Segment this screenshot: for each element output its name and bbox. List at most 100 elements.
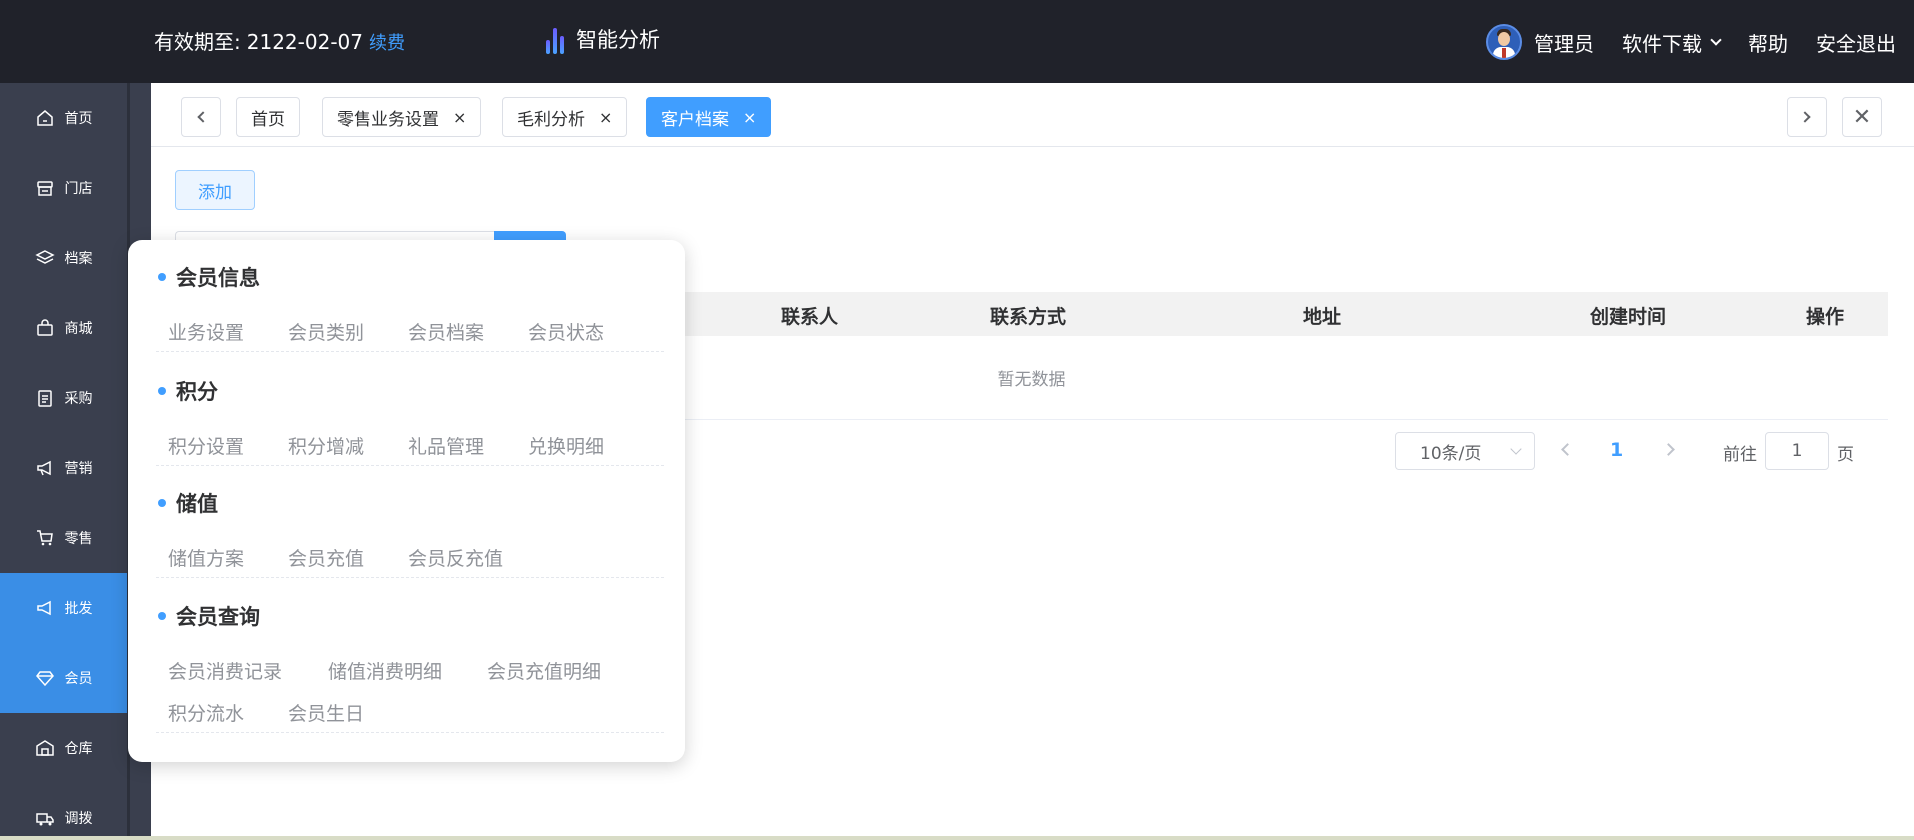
store-icon <box>36 181 53 196</box>
flyout-item[interactable]: 会员反充值 <box>408 544 503 571</box>
flyout-section-title: 积分 <box>158 376 218 406</box>
flyout-item[interactable]: 会员档案 <box>408 318 484 345</box>
megaphone-icon <box>36 460 51 476</box>
column-header: 联系方式 <box>990 306 1067 328</box>
sidebar-item-label: 调拨 <box>64 811 93 827</box>
tabs-scroll-right-button[interactable] <box>1787 97 1827 137</box>
sidebar-item-member[interactable]: 会员 <box>0 643 127 713</box>
column-header: 联系人 <box>781 306 839 328</box>
flyout-item[interactable]: 会员充值 <box>288 544 364 571</box>
chevron-left-icon <box>197 111 209 123</box>
sidebar-item-label: 仓库 <box>64 741 93 757</box>
diamond-icon <box>35 671 54 687</box>
add-button[interactable]: 添加 <box>175 170 255 210</box>
clipboard-icon <box>37 390 52 407</box>
goto-label: 前往 <box>1723 445 1757 465</box>
tab-retail-settings[interactable]: 零售业务设置 × <box>322 97 482 137</box>
sidebar-item-warehouse[interactable]: 仓库 <box>0 713 127 783</box>
tab-gross-profit[interactable]: 毛利分析 × <box>502 97 628 137</box>
next-page-icon[interactable] <box>1662 443 1675 456</box>
sidebar-item-label: 营销 <box>64 461 93 477</box>
flyout-section-title: 会员信息 <box>158 262 260 292</box>
flyout-item[interactable]: 会员消费记录 <box>168 657 282 684</box>
topbar-actions: 管理员 软件下载 帮助 安全退出 <box>1486 24 1896 60</box>
flyout-item[interactable]: 会员类别 <box>288 318 364 345</box>
flyout-section-title: 会员查询 <box>158 601 260 631</box>
flyout-section-title: 储值 <box>158 488 218 518</box>
sidebar-item-label: 档案 <box>64 251 93 267</box>
sidebar-item-wholesale[interactable]: 批发 <box>0 573 127 643</box>
bullet-icon <box>158 273 166 281</box>
flyout-row: 会员消费记录 储值消费明细 会员充值明细 积分流水 会员生日 <box>156 639 664 733</box>
flyout-item[interactable]: 会员状态 <box>528 318 604 345</box>
sidebar-item-store[interactable]: 门店 <box>0 153 127 223</box>
tab-customer-archive[interactable]: 客户档案 × <box>646 97 772 137</box>
logout-link[interactable]: 安全退出 <box>1816 28 1896 57</box>
user-name: 管理员 <box>1534 31 1594 56</box>
bag-icon <box>36 319 53 336</box>
brand[interactable]: 智能分析 <box>546 24 660 54</box>
tab-label: 毛利分析 <box>517 109 585 130</box>
analytics-logo-icon <box>546 24 564 54</box>
renew-link[interactable]: 续费 <box>369 29 405 55</box>
tab-label: 首页 <box>251 109 285 130</box>
software-download-dropdown[interactable]: 软件下载 <box>1622 28 1722 57</box>
flyout-row: 储值方案 会员充值 会员反充值 <box>156 526 664 578</box>
flyout-item[interactable]: 会员充值明细 <box>487 657 601 684</box>
flyout-item[interactable]: 储值消费明细 <box>328 657 442 684</box>
validity-info: 有效期至: 2122-02-07 续费 <box>154 26 405 55</box>
sidebar-item-archive[interactable]: 档案 <box>0 223 127 293</box>
tab-label: 客户档案 <box>661 109 729 130</box>
close-icon[interactable]: × <box>599 108 612 127</box>
sidebar-item-retail[interactable]: 零售 <box>0 503 127 573</box>
column-header: 创建时间 <box>1590 306 1667 328</box>
flyout-item[interactable]: 会员生日 <box>288 699 364 726</box>
sidebar-item-transfer[interactable]: 调拨 <box>0 783 127 840</box>
member-flyout-menu: 会员信息 业务设置 会员类别 会员档案 会员状态 积分 积分设置 积分增减 礼品… <box>128 240 685 762</box>
truck-icon <box>35 813 54 826</box>
cart-icon <box>36 530 53 546</box>
page-size-select[interactable]: 10条/页 <box>1395 432 1535 470</box>
top-bar: 有效期至: 2122-02-07 续费 智能分析 管理员 软件下载 帮助 安全退… <box>0 0 1914 83</box>
flyout-item[interactable]: 积分增减 <box>288 432 364 459</box>
tabs-scroll-left-button[interactable] <box>181 97 221 137</box>
flyout-row: 积分设置 积分增减 礼品管理 兑换明细 <box>156 414 664 466</box>
sidebar-item-label: 首页 <box>64 111 93 127</box>
sidebar-item-label: 批发 <box>64 601 93 617</box>
tag-icon <box>36 600 51 616</box>
sidebar-item-label: 商城 <box>64 321 93 337</box>
column-header: 地址 <box>1303 306 1342 328</box>
close-icon[interactable]: × <box>743 108 756 127</box>
tab-home[interactable]: 首页 <box>236 97 300 137</box>
layers-icon <box>34 250 55 264</box>
flyout-item[interactable]: 积分流水 <box>168 699 244 726</box>
flyout-item[interactable]: 储值方案 <box>168 544 244 571</box>
close-icon[interactable]: × <box>453 108 466 127</box>
sidebar-item-mall[interactable]: 商城 <box>0 293 127 363</box>
goto-page-input[interactable]: 1 <box>1765 432 1829 470</box>
page-number[interactable]: 1 <box>1610 439 1623 461</box>
sidebar-item-purchase[interactable]: 采购 <box>0 363 127 433</box>
close-all-tabs-button[interactable]: ✕ <box>1842 97 1882 137</box>
sidebar-item-label: 会员 <box>64 671 93 687</box>
help-link[interactable]: 帮助 <box>1748 28 1788 57</box>
chevron-down-icon <box>1510 443 1522 455</box>
flyout-row: 业务设置 会员类别 会员档案 会员状态 <box>156 300 664 352</box>
home-icon <box>36 110 53 126</box>
flyout-item[interactable]: 兑换明细 <box>528 432 604 459</box>
flyout-item[interactable]: 积分设置 <box>168 432 244 459</box>
sidebar-item-marketing[interactable]: 营销 <box>0 433 127 503</box>
flyout-item[interactable]: 礼品管理 <box>408 432 484 459</box>
page-suffix: 页 <box>1837 445 1854 465</box>
chevron-right-icon <box>1799 111 1811 123</box>
validity-label: 有效期至: <box>154 30 241 54</box>
user-menu[interactable]: 管理员 <box>1486 24 1594 60</box>
prev-page-icon[interactable] <box>1561 443 1574 456</box>
bullet-icon <box>158 612 166 620</box>
close-icon: ✕ <box>1852 104 1872 130</box>
sidebar-item-label: 门店 <box>64 181 93 197</box>
brand-title: 智能分析 <box>576 28 660 52</box>
flyout-item[interactable]: 业务设置 <box>168 318 244 345</box>
page-size-value: 10条/页 <box>1420 443 1482 464</box>
sidebar-item-home[interactable]: 首页 <box>0 83 127 153</box>
